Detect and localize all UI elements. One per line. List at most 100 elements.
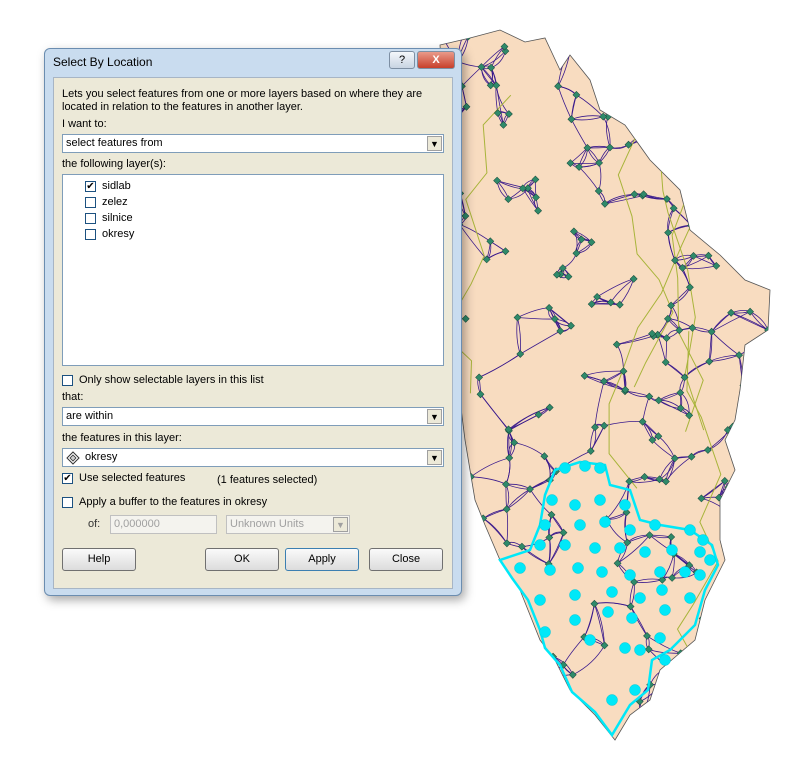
buffer-checkbox[interactable] [62,496,73,508]
layers-label: the following layer(s): [62,158,166,170]
selected-point [574,519,586,531]
settlement-point [753,594,762,603]
chevron-down-icon[interactable]: ▼ [427,409,442,424]
target-layers-list[interactable]: ✔ sidlab zelez silnice okresy [62,174,444,366]
settlement-point [707,676,716,684]
settlement-point [440,674,445,683]
road-segment [738,67,756,72]
help-title-button[interactable]: ? [389,51,415,69]
settlement-point [690,697,699,706]
chevron-down-icon[interactable]: ▼ [333,517,348,532]
layer-checkbox-sidlab[interactable]: ✔ [85,180,96,192]
road-segment [520,638,524,657]
spatial-relation-dropdown[interactable]: are within ▼ [62,407,444,426]
road-segment [725,590,745,604]
ok-button[interactable]: OK [205,548,279,571]
settlement-point [684,117,692,125]
apply-button[interactable]: Apply [285,548,359,571]
road-segment [731,674,742,676]
road-segment [464,578,478,612]
close-button[interactable]: Close [369,548,443,571]
road-segment [476,682,483,704]
settlement-point [443,665,451,673]
settlement-point [701,147,709,156]
road-segment [704,145,726,152]
road-segment [659,674,681,687]
source-layer-dropdown[interactable]: okresy ▼ [62,448,444,467]
road-segment [718,731,766,737]
road-segment [718,721,756,733]
layer-checkbox-okresy[interactable] [85,228,96,240]
settlement-point [761,731,770,740]
road-segment [731,641,734,663]
settlement-point [440,619,445,628]
road-segment [705,103,730,113]
road-segment [722,145,726,166]
chevron-down-icon[interactable]: ▼ [427,136,442,151]
road-segment [440,611,477,624]
settlement-point [699,34,707,43]
road-segment [738,67,741,71]
settlement-point [440,30,446,39]
road-segment [440,611,477,624]
settlement-point [655,682,664,691]
i-want-to-label: I want to: [62,118,107,130]
road-segment [652,125,678,141]
road-segment [711,674,733,681]
layer-item-okresy[interactable]: okresy [85,228,134,240]
use-selected-checkbox[interactable]: ✔ [62,472,73,484]
close-title-button[interactable]: X [417,51,455,69]
road-segment [670,37,704,69]
road-segment [706,721,720,732]
road-segment [730,171,744,198]
buffer-distance-input[interactable]: 0,000000 [110,515,217,534]
help-button[interactable]: Help [62,548,136,571]
spatial-relation-value: are within [66,410,114,422]
selected-point [659,604,671,616]
road-segment [755,707,768,723]
road-segment [709,196,732,203]
selected-point [694,546,706,558]
settlement-point [722,587,730,596]
layer-checkbox-zelez[interactable] [85,196,96,208]
selected-point [594,462,606,474]
selection-method-dropdown[interactable]: select features from ▼ [62,134,444,153]
selected-count-text: (1 features selected) [217,474,318,486]
road-segment [705,103,730,113]
buffer-option[interactable]: Apply a buffer to the features in okresy [62,496,267,508]
settlement-point [481,680,490,689]
road-segment [516,638,523,687]
layer-item-zelez[interactable]: zelez [85,196,128,208]
use-selected-option[interactable]: ✔ Use selected features [62,472,185,484]
settlement-point [706,603,715,612]
road-segment [704,151,724,166]
settlement-point [763,703,770,712]
road-segment [703,103,706,105]
buffer-distance-value: 0,000000 [114,518,160,530]
road-segment [702,613,737,620]
only-selectable-checkbox[interactable] [62,374,73,386]
dialog-title: Select By Location [53,55,153,69]
road-segment [723,164,744,173]
road-segment [734,47,757,57]
settlement-point [649,122,657,130]
settlement-point [723,507,731,516]
buffer-units-dropdown[interactable]: Unknown Units ▼ [226,515,350,534]
layer-item-silnice[interactable]: silnice [85,212,133,224]
road-segment [726,511,753,528]
road-segment [744,518,753,528]
selected-point [614,542,626,554]
chevron-down-icon[interactable]: ▼ [427,450,442,465]
road-segment [440,677,442,685]
road-segment [461,545,466,579]
selected-point [666,544,678,556]
road-segment [440,668,448,679]
layer-item-sidlab[interactable]: ✔ sidlab [85,180,131,192]
layer-checkbox-silnice[interactable] [85,212,96,224]
road-segment [736,603,745,615]
road-segment [767,175,770,187]
only-selectable-option[interactable]: Only show selectable layers in this list [62,374,264,386]
settlement-point [676,654,685,662]
road-segment [723,164,744,173]
road-segment [636,100,654,127]
